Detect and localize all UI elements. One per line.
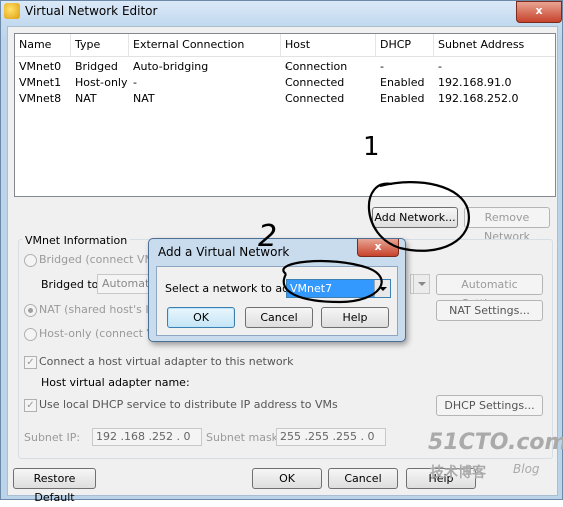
column-external-connection[interactable]: External Connection — [129, 34, 281, 56]
network-select[interactable]: VMnet7 — [286, 279, 391, 298]
vmnet-information-label: VMnet Information — [22, 234, 131, 247]
dhcp-settings-button[interactable]: DHCP Settings... — [436, 395, 543, 416]
nat-radio[interactable] — [24, 304, 37, 317]
cell-type: NAT — [75, 92, 97, 105]
automatic-settings-button[interactable]: Automatic Settings... — [436, 274, 543, 310]
dialog-title: Add a Virtual Network — [158, 245, 290, 259]
restore-default-button[interactable]: Restore Default — [13, 468, 96, 504]
cell-name: VMnet1 — [19, 76, 62, 89]
network-list[interactable]: Name Type External Connection Host Conne… — [14, 33, 556, 197]
adapter-name-label: Host virtual adapter name: — [41, 376, 190, 389]
column-name[interactable]: Name — [15, 34, 71, 56]
cell-subnet: 192.168.91.0 — [438, 76, 512, 89]
cell-host: - — [285, 60, 289, 73]
bridged-to-dropdown[interactable] — [410, 274, 430, 294]
connect-adapter-checkbox[interactable]: ✓ — [24, 356, 37, 369]
watermark-site: 51CTO.com — [428, 430, 563, 455]
cell-type: Bridged — [75, 60, 118, 73]
subnet-mask-field[interactable]: 255 .255 .255 . 0 — [276, 428, 386, 446]
dialog-body: Select a network to add: VMnet7 OK Cance… — [156, 266, 398, 336]
column-dhcp[interactable]: DHCP — [376, 34, 434, 56]
window-close-button[interactable]: x — [516, 1, 562, 23]
column-type[interactable]: Type — [71, 34, 129, 56]
connect-adapter-label: Connect a host virtual adapter to this n… — [39, 355, 294, 368]
dialog-ok-button[interactable]: OK — [167, 307, 235, 328]
ok-button[interactable]: OK — [252, 468, 322, 489]
cell-type: Host-only — [75, 76, 128, 89]
app-icon — [4, 3, 20, 19]
table-row[interactable]: VMnet0 Bridged Auto-bridging - - - — [15, 59, 555, 75]
remove-network-button[interactable]: Remove Network — [464, 207, 550, 243]
watermark-blog: Blog — [513, 462, 540, 476]
list-header: Name Type External Connection Host Conne… — [15, 34, 555, 73]
dialog-cancel-button[interactable]: Cancel — [245, 307, 313, 328]
table-row[interactable]: VMnet1 Host-only - Connected Enabled 192… — [15, 75, 555, 91]
cancel-button[interactable]: Cancel — [328, 468, 398, 489]
chevron-down-icon[interactable] — [374, 280, 390, 297]
cell-subnet: 192.168.252.0 — [438, 92, 519, 105]
watermark-sub: 技术博客 — [430, 465, 486, 481]
bridged-radio[interactable] — [24, 254, 37, 267]
use-dhcp-label: Use local DHCP service to distribute IP … — [39, 398, 338, 411]
add-virtual-network-dialog: Add a Virtual Network x Select a network… — [148, 238, 406, 342]
bridged-to-label: Bridged to: — [41, 278, 103, 291]
cell-external: - — [133, 76, 137, 89]
cell-dhcp: - — [380, 60, 384, 73]
subnet-ip-field[interactable]: 192 .168 .252 . 0 — [92, 428, 202, 446]
cell-name: VMnet0 — [19, 60, 62, 73]
chevron-down-icon — [413, 275, 429, 293]
cell-host: Connected — [285, 92, 345, 105]
nat-settings-button[interactable]: NAT Settings... — [436, 300, 543, 321]
selected-network-value: VMnet7 — [290, 282, 333, 295]
table-row[interactable]: VMnet8 NAT NAT Connected Enabled 192.168… — [15, 91, 555, 107]
cell-dhcp: Enabled — [380, 92, 425, 105]
column-host-connection[interactable]: Host Connection — [281, 34, 376, 73]
subnet-mask-label: Subnet mask: — [206, 431, 282, 444]
cell-name: VMnet8 — [19, 92, 62, 105]
cell-external: Auto-bridging — [133, 60, 209, 73]
column-subnet-address[interactable]: Subnet Address — [434, 34, 555, 56]
cell-external: NAT — [133, 92, 155, 105]
title-bar: Virtual Network Editor x — [1, 1, 562, 23]
use-dhcp-checkbox[interactable]: ✓ — [24, 399, 37, 412]
dialog-help-button[interactable]: Help — [321, 307, 389, 328]
cell-subnet: - — [438, 60, 442, 73]
cell-dhcp: Enabled — [380, 76, 425, 89]
add-network-button[interactable]: Add Network... — [372, 207, 458, 228]
window-title: Virtual Network Editor — [25, 4, 158, 18]
dialog-close-button[interactable]: x — [357, 239, 399, 257]
subnet-ip-label: Subnet IP: — [24, 431, 81, 444]
cell-host: Connected — [285, 76, 345, 89]
host-only-radio[interactable] — [24, 328, 37, 341]
select-network-label: Select a network to add: — [165, 282, 300, 295]
